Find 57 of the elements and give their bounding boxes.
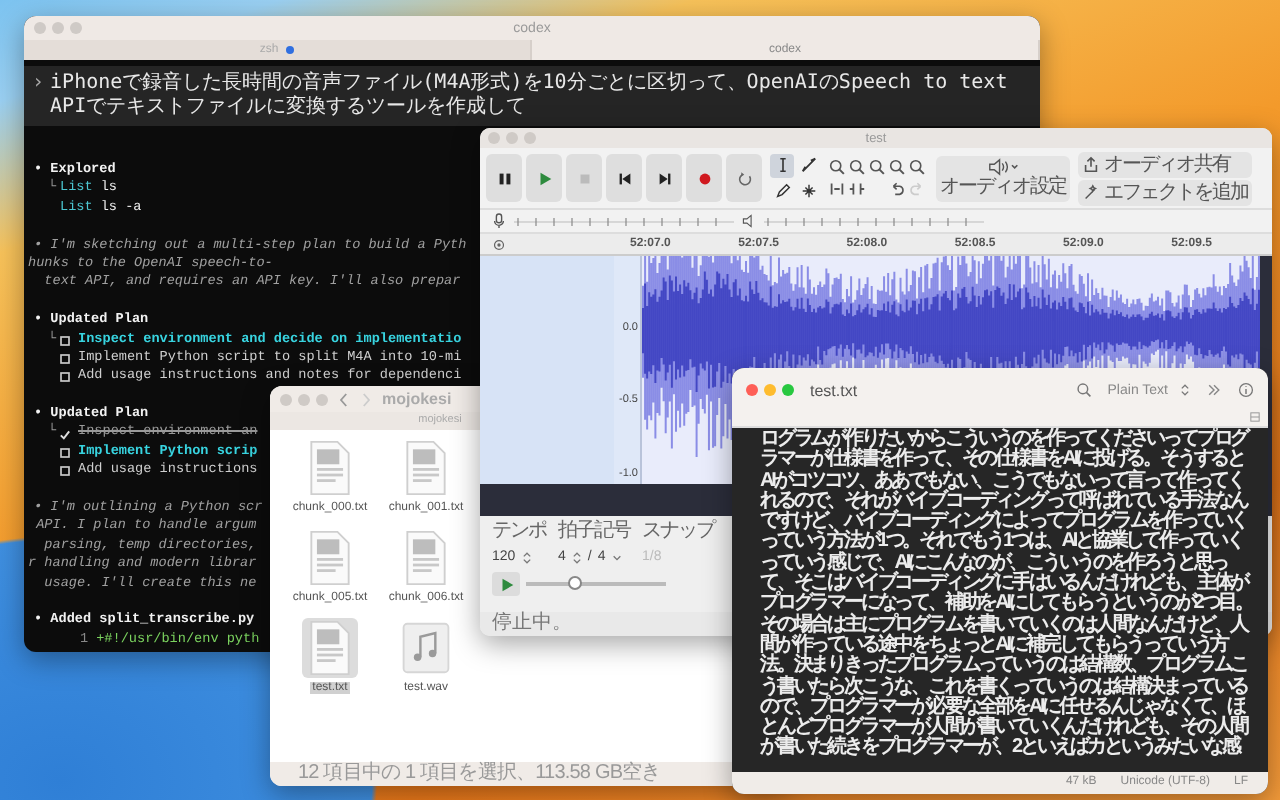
asterisk-icon [799,182,817,200]
pencil-tool-button[interactable] [770,179,794,203]
search-icon[interactable] [1075,382,1092,398]
skip-to-start-button[interactable] [606,154,642,202]
envelope-tool-button[interactable] [796,153,820,177]
time-signature-label: 拍子記号 [558,520,630,544]
stop-icon [575,169,593,187]
magic-wand-icon [1082,183,1100,201]
double-chevron-icon[interactable] [1206,382,1222,398]
microphone-icon[interactable] [492,212,506,230]
snap-label: スナップ [642,520,714,544]
stepper-icon[interactable] [521,549,532,565]
split-view-icon[interactable] [1250,412,1260,422]
loop-icon [735,169,753,187]
play-icon [535,169,553,187]
speaker-icon[interactable] [742,212,756,230]
zoom-icon[interactable] [888,158,906,176]
close-button[interactable] [746,384,758,396]
window-title: mojokesi [382,390,452,408]
text-file-icon[interactable] [302,618,358,678]
stepper-icon[interactable] [571,549,582,565]
zoom-icon[interactable] [868,158,886,176]
settings-icon[interactable] [492,237,506,251]
play-icon [497,575,515,593]
skip-to-start-icon [615,169,633,187]
slider-thumb[interactable] [568,576,582,590]
status-text: 停止中。 [492,612,572,634]
info-icon[interactable] [1238,382,1254,398]
undo-icon[interactable] [888,180,906,198]
tempo-label: テンポ [492,520,546,544]
trim-icon[interactable] [828,180,846,198]
prompt-mark: › [32,72,45,98]
up-down-chevron-icon [1180,382,1190,398]
zoom-icon[interactable] [908,158,926,176]
back-icon[interactable] [338,391,350,407]
record-icon [695,169,713,187]
music-file-icon[interactable] [398,618,454,678]
selection-tool-button[interactable] [770,153,794,177]
envelope-icon [799,156,817,174]
zoom-button[interactable] [782,384,794,396]
pause-button[interactable] [486,154,522,202]
skip-to-end-button[interactable] [646,154,682,202]
play-at-speed-button[interactable] [492,572,520,596]
share-icon [1082,155,1100,173]
prompt-text: iPhoneで録音した長時間の音声ファイル(M4A形式)を10分ごとに区切って、OpenAIのSpeech to text APIでテキストファイルに変換するツールを作成して [50,72,1010,120]
add-effect-button[interactable]: エフェクトを追加 [1078,179,1252,205]
pencil-icon [773,182,791,200]
window-title: test.txt [810,381,858,399]
skip-to-end-icon [655,169,673,187]
record-button[interactable] [686,154,722,202]
zoom-icon[interactable] [848,158,866,176]
pause-icon [495,169,513,187]
speaker-icon [987,157,1019,175]
share-audio-button[interactable]: オーディオ共有 [1078,151,1252,177]
zoom-icon[interactable] [828,158,846,176]
audio-setup-button[interactable]: オーディオ設定 [936,155,1070,201]
silence-icon[interactable] [848,180,866,198]
